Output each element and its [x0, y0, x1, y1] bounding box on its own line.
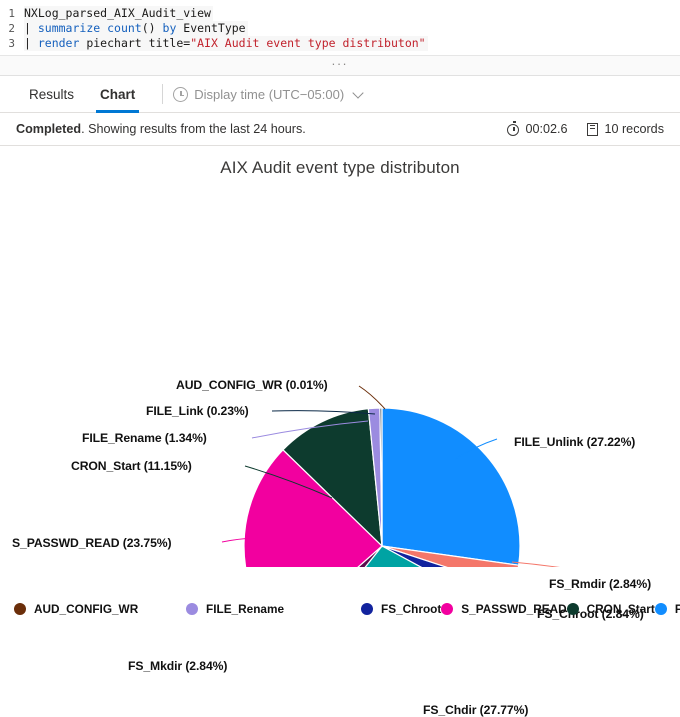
legend-label: FILE_Unlink: [675, 602, 680, 616]
tab-results[interactable]: Results: [16, 76, 87, 113]
code-token: render: [38, 36, 86, 50]
legend-label: S_PASSWD_READ: [461, 602, 566, 616]
legend-swatch-icon: [186, 603, 198, 615]
slice-label-aud-config-wr: AUD_CONFIG_WR (0.01%): [176, 378, 328, 392]
records-icon: [587, 123, 598, 136]
legend-item-fs-chroot[interactable]: FS_Chroot: [361, 600, 441, 618]
pie-chart-svg[interactable]: [0, 146, 680, 567]
query-duration-label: 00:02.6: [525, 122, 567, 136]
leader-line-aud-config-wr: [359, 386, 385, 409]
line-number: 3: [0, 36, 24, 51]
legend-swatch-icon: [567, 603, 579, 615]
pie-chart-container: AIX Audit event type distributon AUD_CON…: [0, 146, 680, 567]
display-time-picker[interactable]: Display time (UTC−05:00): [173, 87, 362, 102]
slice-label-fs-mkdir: FS_Mkdir (2.84%): [128, 659, 227, 673]
tab-chart[interactable]: Chart: [87, 76, 148, 113]
line-number: 2: [0, 21, 24, 36]
legend-swatch-icon: [14, 603, 26, 615]
query-duration: 00:02.6: [507, 122, 567, 136]
ellipsis-label: ...: [332, 56, 349, 66]
line-number: 1: [0, 6, 24, 21]
legend-item-file-unlink[interactable]: FILE_Unlink: [655, 600, 680, 618]
slice-label-fs-chdir: FS_Chdir (27.77%): [423, 703, 528, 717]
code-line-3[interactable]: | render piechart title="AIX Audit event…: [24, 36, 428, 51]
legend-swatch-icon: [441, 603, 453, 615]
chart-legend: AUD_CONFIG_WR FILE_Rename FS_Chroot S_PA…: [0, 600, 680, 618]
status-state: Completed: [16, 122, 81, 136]
code-line-1[interactable]: NXLog_parsed_AIX_Audit_view: [24, 6, 213, 21]
code-token: by: [163, 21, 184, 35]
legend-item-aud-config-wr[interactable]: AUD_CONFIG_WR: [14, 600, 186, 618]
pie-slice-file-unlink[interactable]: [382, 408, 520, 565]
code-token: title=: [149, 36, 191, 50]
status-message: Completed. Showing results from the last…: [16, 122, 306, 136]
code-line[interactable]: 2 | summarize count() by EventType: [0, 21, 680, 36]
leader-line-fs-rmdir: [512, 562, 622, 567]
legend-swatch-icon: [361, 603, 373, 615]
legend-label: CRON_Start: [587, 602, 655, 616]
code-token: EventType: [183, 21, 245, 35]
legend-swatch-icon: [655, 603, 667, 615]
chevron-down-icon: [353, 87, 364, 98]
code-token: "AIX Audit event type distributon": [190, 36, 425, 50]
code-token: count: [107, 21, 142, 35]
query-status-bar: Completed. Showing results from the last…: [0, 113, 680, 146]
code-line-2[interactable]: | summarize count() by EventType: [24, 21, 248, 36]
toolbar-divider: [162, 84, 163, 104]
code-token: piechart: [86, 36, 148, 50]
slice-label-fs-rmdir: FS_Rmdir (2.84%): [549, 577, 651, 591]
slice-label-file-unlink: FILE_Unlink (27.22%): [514, 435, 635, 449]
legend-label: FILE_Rename: [206, 602, 284, 616]
code-line[interactable]: 3 | render piechart title="AIX Audit eve…: [0, 36, 680, 51]
display-time-label: Display time (UTC−05:00): [194, 87, 344, 102]
editor-expand-handle[interactable]: ...: [0, 56, 680, 76]
legend-label: AUD_CONFIG_WR: [34, 602, 138, 616]
slice-label-s-passwd-read: S_PASSWD_READ (23.75%): [12, 536, 171, 550]
status-detail: . Showing results from the last 24 hours…: [81, 122, 306, 136]
code-token: summarize: [38, 21, 107, 35]
legend-item-cron-start[interactable]: CRON_Start: [567, 600, 655, 618]
tab-chart-label: Chart: [100, 87, 135, 102]
slice-label-cron-start: CRON_Start (11.15%): [71, 459, 192, 473]
record-count-label: 10 records: [604, 122, 664, 136]
code-token: |: [24, 21, 38, 35]
legend-label: FS_Chroot: [381, 602, 441, 616]
query-editor[interactable]: 1 NXLog_parsed_AIX_Audit_view 2 | summar…: [0, 0, 680, 56]
legend-item-s-passwd-read[interactable]: S_PASSWD_READ: [441, 600, 566, 618]
tab-results-label: Results: [29, 87, 74, 102]
status-metrics: 00:02.6 10 records: [507, 122, 664, 136]
record-count: 10 records: [587, 122, 664, 136]
legend-item-file-rename[interactable]: FILE_Rename: [186, 600, 361, 618]
code-token: (): [142, 21, 163, 35]
code-token: |: [24, 36, 38, 50]
clock-icon: [173, 87, 188, 102]
code-line[interactable]: 1 NXLog_parsed_AIX_Audit_view: [0, 6, 680, 21]
timer-icon: [507, 124, 519, 136]
code-token: NXLog_parsed_AIX_Audit_view: [24, 6, 211, 20]
slice-label-file-link: FILE_Link (0.23%): [146, 404, 249, 418]
result-tabstrip: Results Chart Display time (UTC−05:00): [0, 76, 680, 113]
slice-label-file-rename: FILE_Rename (1.34%): [82, 431, 207, 445]
